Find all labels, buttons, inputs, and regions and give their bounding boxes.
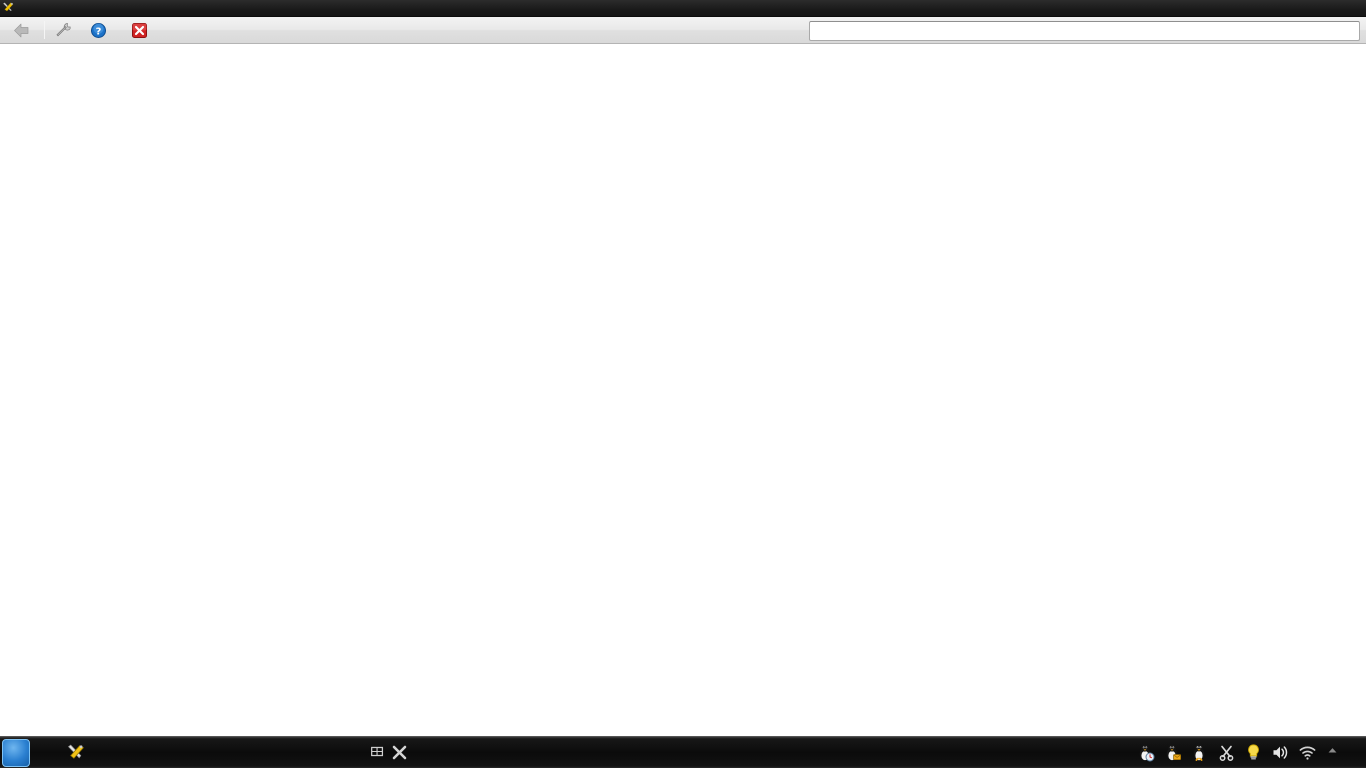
configure-button[interactable] bbox=[48, 19, 83, 42]
middle-indicators bbox=[369, 743, 409, 762]
wrench-icon bbox=[55, 22, 72, 39]
close-x-icon bbox=[131, 22, 148, 39]
penguin-clock-icon[interactable] bbox=[1136, 743, 1155, 762]
lightbulb-icon[interactable] bbox=[1244, 743, 1263, 762]
tools-icon bbox=[67, 744, 84, 761]
toolbar-separator bbox=[44, 21, 45, 39]
quit-button[interactable] bbox=[124, 19, 159, 42]
svg-text:?: ? bbox=[96, 26, 102, 37]
penguin-mail-icon[interactable] bbox=[1163, 743, 1182, 762]
scissors-icon[interactable] bbox=[1217, 743, 1236, 762]
window-titlebar[interactable] bbox=[0, 0, 1366, 17]
close-icon[interactable] bbox=[390, 743, 409, 762]
back-arrow-icon bbox=[13, 22, 30, 39]
window-icon bbox=[1, 0, 17, 16]
search-input[interactable] bbox=[809, 21, 1360, 41]
help-question-icon: ? bbox=[90, 22, 107, 39]
kmenu-button[interactable] bbox=[2, 738, 30, 767]
grid-icon[interactable] bbox=[369, 743, 388, 762]
expand-tray-arrow-icon[interactable] bbox=[1325, 743, 1344, 762]
wifi-icon[interactable] bbox=[1298, 743, 1317, 762]
help-button[interactable]: ? bbox=[83, 19, 124, 42]
desktop-taskbar bbox=[0, 736, 1366, 768]
main-toolbar: ? bbox=[0, 17, 1366, 44]
system-tray bbox=[1136, 743, 1366, 762]
settings-content bbox=[0, 45, 1366, 738]
search-container bbox=[809, 20, 1360, 41]
overview-button[interactable] bbox=[6, 19, 41, 42]
penguin-icon[interactable] bbox=[1190, 743, 1209, 762]
task-entry-system-settings[interactable] bbox=[59, 740, 99, 766]
volume-icon[interactable] bbox=[1271, 743, 1290, 762]
